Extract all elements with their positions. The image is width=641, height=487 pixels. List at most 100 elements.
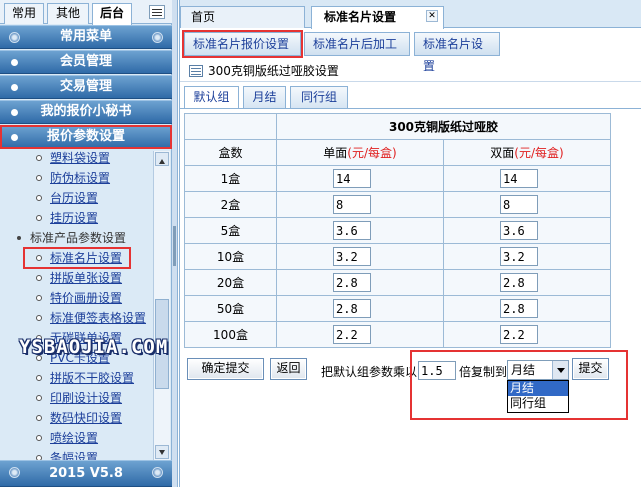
double-price-input[interactable] (500, 195, 538, 214)
sidebar-item-label: 拼版不干胶设置 (50, 371, 135, 385)
header-double-unit: (元/每盒) (514, 146, 564, 160)
sidebar-item-digital-print[interactable]: 数码快印设置 (0, 408, 152, 428)
subtab-price-settings[interactable]: 标准名片报价设置 (182, 30, 303, 58)
main-panel: 首页 标准名片设置 ✕ 标准名片报价设置 标准名片后加工 标准名片设置 300克铜… (179, 0, 641, 487)
section-quote-assistant[interactable]: 我的报价小秘书 (0, 100, 172, 124)
sidebar-item-note-form[interactable]: 标准便签表格设置 (0, 308, 152, 328)
sidebar-item-label: 条幅设置 (50, 451, 99, 460)
table-row: 1盒 (184, 165, 611, 192)
single-price-input[interactable] (333, 221, 371, 240)
sidebar-item-business-card[interactable]: 标准名片设置 (23, 247, 131, 269)
double-price-input[interactable] (500, 325, 538, 344)
bullet-icon (36, 155, 42, 161)
single-price-input[interactable] (333, 299, 371, 318)
menu-toggle-icon[interactable] (149, 5, 165, 19)
single-cell (276, 269, 444, 296)
tab-business-card-settings[interactable]: 标准名片设置 ✕ (311, 6, 444, 29)
bullet-icon (36, 255, 42, 261)
section-label: 常用菜单 (59, 29, 112, 44)
double-cell (443, 191, 611, 218)
sidebar-item-label: 标准便签表格设置 (50, 311, 147, 325)
scroll-down-icon[interactable] (155, 445, 169, 459)
single-price-input[interactable] (333, 325, 371, 344)
bullet-icon (36, 215, 42, 221)
sidebar-tab-backend[interactable]: 后台 (92, 3, 132, 25)
section-member[interactable]: 会员管理 (0, 50, 172, 74)
sidebar-item-label: 拼版单张设置 (50, 271, 123, 285)
sidebar-item-sheet-imposition[interactable]: 拼版单张设置 (0, 268, 152, 288)
version-footer: 2015 V5.8 (0, 460, 172, 487)
table-row: 2盒 (184, 191, 611, 218)
bullet-icon (11, 59, 18, 66)
sidebar-group-label: 标准产品参数设置 (30, 231, 127, 245)
table-title-row: 300克铜版纸过哑胶 (184, 113, 611, 140)
subtab-post-processing[interactable]: 标准名片后加工 (304, 32, 410, 56)
knob-icon (9, 467, 20, 478)
bullet-icon (36, 315, 42, 321)
single-price-input[interactable] (333, 195, 371, 214)
bullet-icon (36, 435, 42, 441)
price-table: 300克铜版纸过哑胶 盒数 单面(元/每盒) 双面(元/每盒) 1盒 2盒 5盒… (184, 113, 611, 348)
single-price-input[interactable] (333, 247, 371, 266)
table-row: 5盒 (184, 217, 611, 244)
top-tabs: 首页 标准名片设置 ✕ (180, 0, 641, 29)
sidebar-scrollbar[interactable] (153, 151, 170, 460)
sidebar-item-wall-calendar[interactable]: 挂历设置 (0, 208, 152, 228)
sidebar-tab-common[interactable]: 常用 (4, 3, 44, 24)
tab-monthly[interactable]: 月结 (243, 86, 286, 109)
sidebar-tab-other[interactable]: 其他 (47, 3, 89, 24)
sidebar-item-inkjet[interactable]: 喷绘设置 (0, 428, 152, 448)
double-price-input[interactable] (500, 221, 538, 240)
sub-tabs: 标准名片报价设置 标准名片后加工 标准名片设置 (180, 29, 641, 73)
knob-icon (9, 32, 20, 43)
section-label: 我的报价小秘书 (40, 104, 132, 119)
tab-default-group[interactable]: 默认组 (184, 86, 239, 109)
sidebar-splitter[interactable] (172, 0, 178, 487)
bullet-icon (36, 415, 42, 421)
header-double-label: 双面 (490, 146, 515, 160)
section-quote-params[interactable]: 报价参数设置 (0, 125, 172, 149)
splitter-grip-icon[interactable] (173, 226, 176, 266)
sidebar-item-banner[interactable]: 条幅设置 (0, 448, 152, 460)
tab-home[interactable]: 首页 (180, 6, 305, 28)
knob-icon (152, 467, 163, 478)
subtab-card-settings[interactable]: 标准名片设置 (414, 32, 500, 73)
close-icon[interactable]: ✕ (426, 10, 438, 22)
double-price-input[interactable] (500, 247, 538, 266)
version-label: 2015 V5.8 (49, 466, 123, 481)
sidebar-item-special-album[interactable]: 特价画册设置 (0, 288, 152, 308)
confirm-button[interactable]: 确定提交 (187, 358, 264, 380)
single-price-input[interactable] (333, 169, 371, 188)
sidebar-item-desk-calendar[interactable]: 台历设置 (0, 188, 152, 208)
single-cell (276, 165, 444, 192)
section-trade[interactable]: 交易管理 (0, 75, 172, 99)
sidebar-item-print-design[interactable]: 印刷设计设置 (0, 388, 152, 408)
tab-peer-group[interactable]: 同行组 (290, 86, 348, 109)
double-price-input[interactable] (500, 273, 538, 292)
knob-icon (152, 32, 163, 43)
section-common-menu[interactable]: 常用菜单 (0, 25, 172, 49)
double-cell (443, 165, 611, 192)
bullet-icon (36, 295, 42, 301)
group-tabs: 默认组 月结 同行组 (180, 85, 641, 109)
single-cell (276, 243, 444, 270)
bullet-icon (11, 134, 18, 141)
sidebar-item-plastic-bag[interactable]: 塑料袋设置 (0, 148, 152, 168)
double-price-input[interactable] (500, 299, 538, 318)
qty-cell: 2盒 (184, 191, 277, 218)
sidebar-item-anti-fake[interactable]: 防伪标设置 (0, 168, 152, 188)
double-cell (443, 217, 611, 244)
single-price-input[interactable] (333, 273, 371, 292)
highlight-box (410, 350, 628, 420)
bullet-icon (17, 236, 21, 240)
sidebar-item-label: 塑料袋设置 (50, 151, 111, 165)
single-cell (276, 217, 444, 244)
back-button[interactable]: 返回 (270, 358, 307, 380)
header-single-label: 单面 (323, 146, 348, 160)
sidebar-item-sticker[interactable]: 拼版不干胶设置 (0, 368, 152, 388)
double-price-input[interactable] (500, 169, 538, 188)
table-header-row: 盒数 单面(元/每盒) 双面(元/每盒) (184, 139, 611, 166)
sidebar-item-label: 挂历设置 (50, 211, 99, 225)
scroll-up-icon[interactable] (155, 152, 169, 166)
header-single-unit: (元/每盒) (347, 146, 397, 160)
